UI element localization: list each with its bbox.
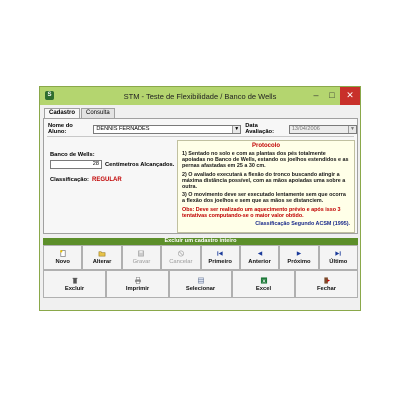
- novo-button[interactable]: Novo: [43, 245, 83, 270]
- wells-input[interactable]: 28: [50, 160, 102, 169]
- wells-label: Banco de Wells:: [50, 152, 95, 158]
- protocol-item-2: 2) O avaliado executará a flexão do tron…: [182, 171, 346, 191]
- next-icon: [296, 251, 302, 256]
- first-icon: [217, 251, 223, 256]
- wells-group: Banco de Wells: 28 Centímetros Alcançado…: [50, 152, 174, 169]
- excel-button[interactable]: X Excel: [232, 270, 295, 298]
- calendar-dropdown-icon[interactable]: ▼: [348, 125, 356, 133]
- protocol-item-3: 3) O movimento deve ser executado lentam…: [182, 192, 346, 205]
- printer-icon: [134, 276, 141, 284]
- fechar-button[interactable]: Fechar: [295, 270, 358, 298]
- aluno-row: Nome do Aluno: DENNIS FERNADES ▼ Data Av…: [48, 123, 357, 135]
- action-toolbar: Excluir Imprimir Selecionar X Excel Fech…: [43, 270, 358, 298]
- protocol-obs: Obs: Deve ser realizado um aquecimento p…: [182, 206, 341, 219]
- select-icon: [197, 277, 204, 283]
- ultimo-button[interactable]: Último: [318, 245, 358, 270]
- primeiro-button[interactable]: Primeiro: [200, 245, 240, 270]
- anterior-label: Anterior: [248, 259, 271, 265]
- trash-icon: [72, 277, 77, 284]
- protocol-item-1: 1) Sentado no solo e com as plantas dos …: [182, 151, 349, 170]
- cancel-icon: [177, 250, 184, 257]
- excluir-button[interactable]: Excluir: [43, 270, 106, 298]
- chevron-down-icon[interactable]: ▼: [232, 125, 241, 133]
- selecionar-label: Selecionar: [185, 285, 216, 292]
- window-controls: – □ ✕: [308, 87, 360, 105]
- proximo-label: Próximo: [287, 259, 311, 265]
- navigation-toolbar: Novo Alterar Gravar Cancelar Primeiro An…: [43, 245, 358, 270]
- previous-icon: [257, 251, 262, 256]
- last-icon: [335, 251, 341, 256]
- proximo-button[interactable]: Próximo: [279, 245, 319, 270]
- primeiro-label: Primeiro: [208, 259, 232, 265]
- close-button[interactable]: ✕: [340, 87, 360, 105]
- imprimir-label: Imprimir: [125, 285, 150, 292]
- cancelar-label: Cancelar: [169, 259, 193, 265]
- protocol-reference: Classificação Segundo ACSM (1995).: [255, 221, 350, 228]
- classification: Classificação: REGULAR: [50, 177, 122, 183]
- app-logo-icon: S: [45, 91, 54, 100]
- alterar-button[interactable]: Alterar: [82, 245, 122, 270]
- excluir-label: Excluir: [64, 285, 85, 292]
- classif-label: Classificação:: [50, 177, 89, 183]
- aluno-value: DENNIS FERNADES: [96, 125, 150, 132]
- gravar-label: Gravar: [132, 259, 151, 265]
- excel-icon: X: [260, 276, 267, 284]
- gravar-button[interactable]: Gravar: [121, 245, 162, 270]
- cancelar-button[interactable]: Cancelar: [161, 245, 201, 270]
- protocol-title: Protocolo: [252, 143, 280, 149]
- data-value: 13/04/2006: [291, 125, 320, 132]
- aluno-select[interactable]: DENNIS FERNADES ▼: [93, 124, 242, 134]
- title-bar[interactable]: S STM - Teste de Flexibilidade / Banco d…: [40, 87, 360, 105]
- window-title: STM - Teste de Flexibilidade / Banco de …: [123, 91, 277, 101]
- minimize-button[interactable]: –: [308, 87, 324, 105]
- classif-value: REGULAR: [92, 177, 122, 183]
- status-hint-bar: Excluir um cadastro inteiro: [43, 238, 358, 245]
- new-doc-icon: [59, 250, 66, 257]
- excel-label: Excel: [255, 285, 272, 292]
- aluno-label: Nome do Aluno:: [48, 123, 73, 135]
- protocol-box: Protocolo 1) Sentado no solo e com as pl…: [177, 140, 355, 233]
- app-window: S STM - Teste de Flexibilidade / Banco d…: [39, 86, 361, 311]
- wells-unit: Centímetros Alcançados.: [105, 161, 175, 168]
- novo-label: Novo: [55, 259, 70, 265]
- imprimir-button[interactable]: Imprimir: [106, 270, 169, 298]
- maximize-button[interactable]: □: [324, 87, 340, 105]
- data-avaliacao-field[interactable]: 13/04/2006 ▼: [288, 124, 357, 134]
- tab-consulta[interactable]: Consulta: [81, 108, 115, 118]
- divider: [47, 136, 354, 137]
- cadastro-panel: Nome do Aluno: DENNIS FERNADES ▼ Data Av…: [43, 118, 358, 234]
- ultimo-label: Último: [329, 259, 348, 265]
- exit-icon: [323, 276, 330, 284]
- save-icon: [138, 250, 145, 257]
- selecionar-button[interactable]: Selecionar: [169, 270, 232, 298]
- anterior-button[interactable]: Anterior: [239, 245, 280, 270]
- alterar-label: Alterar: [92, 259, 112, 265]
- fechar-label: Fechar: [316, 285, 336, 292]
- folder-edit-icon: [98, 251, 106, 257]
- data-label: Data Avaliação:: [245, 123, 275, 135]
